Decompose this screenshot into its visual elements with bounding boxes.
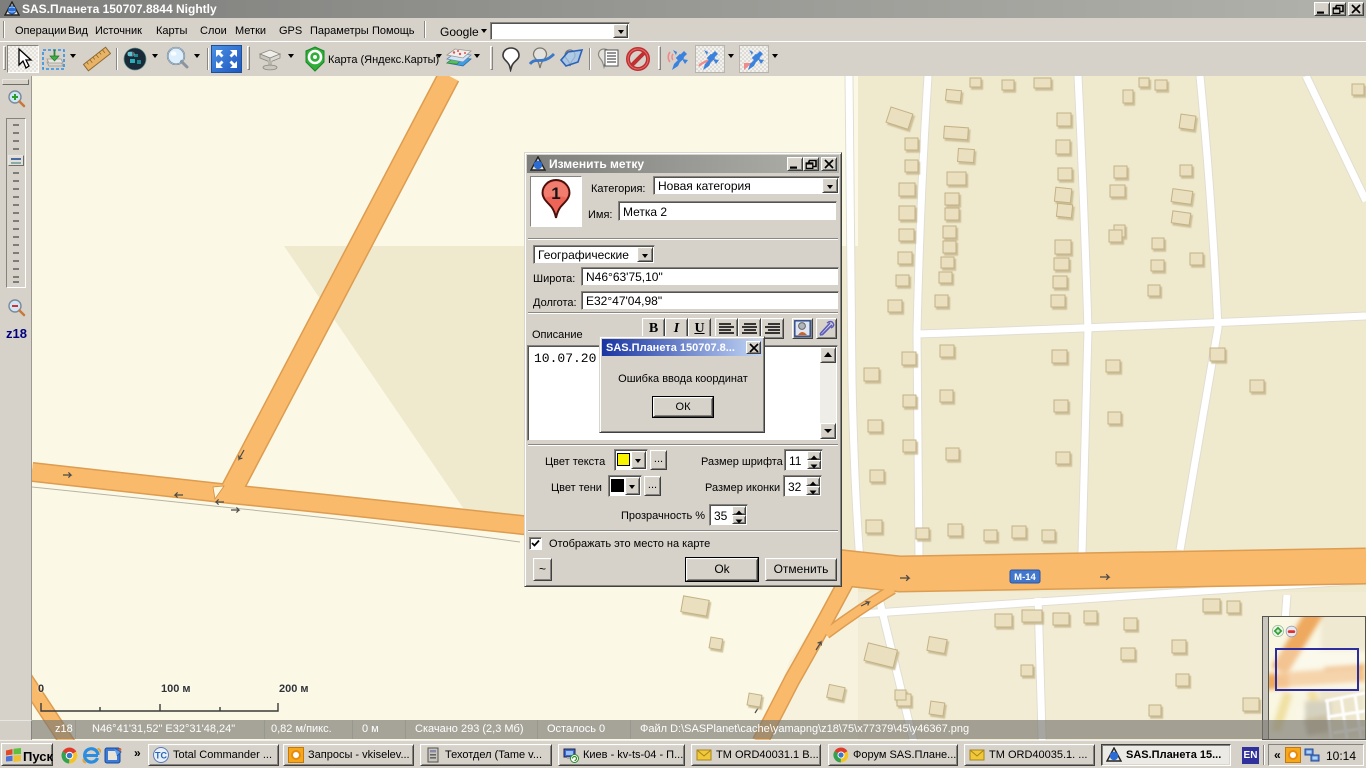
svg-text:1: 1	[551, 184, 560, 203]
svg-text:TC: TC	[155, 751, 167, 761]
svg-text:200 м: 200 м	[279, 683, 309, 695]
svg-text:100 м: 100 м	[161, 683, 191, 695]
svg-text:0: 0	[38, 683, 44, 695]
svg-text:М-14: М-14	[1014, 572, 1036, 583]
